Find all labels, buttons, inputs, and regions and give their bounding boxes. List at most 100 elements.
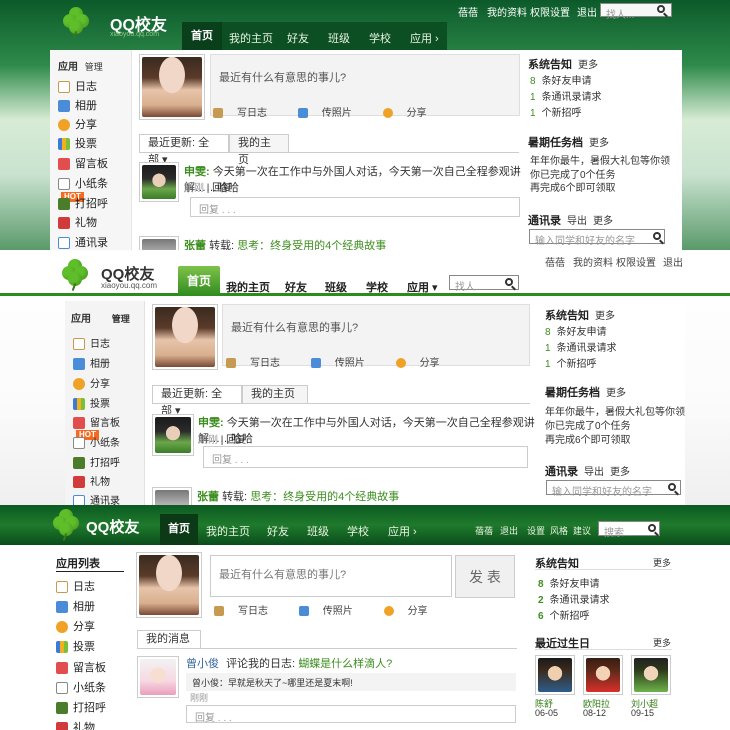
top-link-logout[interactable]: 退出 — [663, 254, 683, 269]
sidebar-item-vote[interactable]: 投票 — [58, 135, 97, 151]
sidebar-manage-link[interactable]: 管理 — [85, 62, 103, 72]
msg-reply-box[interactable]: 回复 . . . — [186, 705, 516, 724]
sidebar-item-share[interactable]: 分享 — [56, 618, 95, 634]
sidebar-item-hello[interactable]: 打招呼 — [73, 454, 120, 470]
sidebar-item-album[interactable]: 相册 — [73, 355, 110, 371]
tab-class[interactable]: 班级 — [307, 523, 329, 539]
notice-more-link[interactable]: 更多 — [595, 311, 615, 322]
avatar[interactable] — [139, 54, 205, 120]
task-line[interactable]: 年年你最牛，暑假大礼包等你领 — [545, 403, 685, 418]
feed2-avatar[interactable] — [139, 236, 179, 250]
tab-friends[interactable]: 好友 — [267, 523, 289, 539]
feed2-author[interactable]: 张蕾 — [184, 240, 206, 250]
tab-recent-updates[interactable]: 最近更新: 全部 ▾ — [139, 134, 229, 166]
sidebar-manage-link[interactable]: 管理 — [112, 314, 130, 324]
contacts-more-link[interactable]: 更多 — [593, 216, 613, 227]
tab-friends[interactable]: 好友 — [285, 279, 307, 295]
feed-reply-box[interactable]: 回复 . . . — [203, 446, 528, 468]
msg-title[interactable]: 蝴蝶是什么样滴人? — [298, 658, 392, 670]
notice-item[interactable]: 2 条通讯录请求 — [538, 591, 610, 606]
upload-photo-button[interactable]: 传照片 — [310, 358, 379, 369]
top-link-feedback[interactable]: 建议 — [573, 524, 591, 537]
avatar[interactable] — [152, 304, 218, 370]
top-link-user[interactable]: 蓓蓓 — [458, 4, 478, 19]
feed-reply-box[interactable]: 回复 . . . — [190, 197, 520, 217]
contacts-export-link[interactable]: 导出 — [567, 216, 587, 227]
notice-item[interactable]: 1 个新招呼 — [530, 104, 582, 119]
sidebar-item-vote[interactable]: 投票 — [56, 638, 95, 654]
tab-home[interactable]: 首页 — [160, 514, 198, 545]
birthday-avatar[interactable] — [583, 655, 623, 695]
msg-author[interactable]: 曾小俊 — [186, 658, 219, 670]
contacts-search-icon[interactable] — [668, 483, 676, 491]
top-link-user[interactable]: 蓓蓓 — [545, 254, 565, 269]
tab-apps[interactable]: 应用 ▾ — [407, 279, 438, 295]
contacts-more-link[interactable]: 更多 — [610, 467, 630, 478]
nav-school[interactable]: 学校 — [369, 30, 391, 46]
sidebar-item-diary[interactable]: 日志 — [58, 78, 97, 94]
sidebar-item-contacts[interactable]: 通讯录 — [58, 234, 108, 250]
top-link-style[interactable]: 风格 — [550, 524, 568, 537]
feed-reply-link[interactable]: 回复 — [226, 435, 246, 446]
msg-avatar[interactable] — [137, 656, 179, 698]
tab-my-home[interactable]: 我的主页 — [229, 134, 289, 166]
feed-reply-link[interactable]: 回复 — [212, 183, 232, 194]
write-diary-button[interactable]: 写日志 — [213, 108, 281, 119]
contacts-search-input[interactable]: 输入同学和好友的名字... — [529, 229, 665, 247]
birthday-more-link[interactable]: 更多 — [653, 636, 671, 649]
write-diary-button[interactable]: 写日志 — [214, 606, 282, 617]
top-link-privacy[interactable]: 权限设置 — [616, 254, 656, 269]
task-more-link[interactable]: 更多 — [589, 138, 609, 149]
task-line[interactable]: 年年你最牛，暑假大礼包等你领 — [530, 152, 670, 167]
notice-item[interactable]: 8 条好友申请 — [530, 72, 592, 87]
avatar[interactable] — [136, 552, 202, 618]
sidebar-item-note[interactable]: 小纸条 — [73, 434, 120, 450]
top-link-privacy[interactable]: 权限设置 — [530, 4, 570, 19]
feed2-avatar[interactable] — [152, 487, 192, 505]
nav-friends[interactable]: 好友 — [287, 30, 309, 46]
contacts-search-input[interactable]: 输入同学和好友的名字... — [546, 480, 681, 498]
feed2-title[interactable]: 思考：终身受用的4个经典故事 — [237, 240, 386, 250]
feed2-author[interactable]: 张蕾 — [197, 491, 219, 503]
tab-home[interactable]: 首页 — [178, 266, 220, 296]
top-link-logout[interactable]: 退出 — [500, 524, 518, 537]
notice-more-link[interactable]: 更多 — [653, 556, 671, 569]
search-icon[interactable] — [648, 524, 656, 532]
tab-recent-updates[interactable]: 最近更新: 全部 ▾ — [152, 385, 242, 417]
notice-item[interactable]: 1 条通讯录请求 — [545, 339, 617, 354]
birthday-avatar[interactable] — [535, 655, 575, 695]
feed-author[interactable]: 申雯: — [198, 417, 224, 429]
top-link-logout[interactable]: 退出 — [577, 4, 597, 19]
top-link-user[interactable]: 蓓蓓 — [475, 524, 493, 537]
publish-button[interactable]: 发 表 — [455, 555, 515, 598]
notice-item[interactable]: 1 个新招呼 — [545, 355, 597, 370]
sidebar-item-hello[interactable]: 打招呼 — [58, 195, 108, 211]
share-button[interactable]: 分享 — [383, 606, 442, 617]
share-button[interactable]: 分享 — [382, 108, 441, 119]
notice-item[interactable]: 6 个新招呼 — [538, 607, 590, 622]
tab-my-home[interactable]: 我的主页 — [206, 523, 250, 539]
tab-my-home[interactable]: 我的主页 — [226, 279, 270, 295]
tab-school[interactable]: 学校 — [347, 523, 369, 539]
share-button[interactable]: 分享 — [395, 358, 454, 369]
sidebar-item-hello[interactable]: 打招呼 — [56, 699, 106, 715]
tab-school[interactable]: 学校 — [366, 279, 388, 295]
sidebar-item-contacts[interactable]: 通讯录 — [73, 492, 120, 505]
task-more-link[interactable]: 更多 — [606, 388, 626, 399]
sidebar-item-vote[interactable]: 投票 — [73, 395, 110, 411]
sidebar-item-diary[interactable]: 日志 — [56, 578, 95, 594]
notice-more-link[interactable]: 更多 — [578, 60, 598, 71]
top-link-profile[interactable]: 我的资料 — [487, 4, 527, 19]
feed-author[interactable]: 申雯: — [184, 166, 210, 178]
sidebar-item-note[interactable]: 小纸条 — [56, 679, 106, 695]
top-link-profile[interactable]: 我的资料 — [573, 254, 613, 269]
nav-apps[interactable]: 应用 › — [410, 30, 439, 46]
sidebar-item-share[interactable]: 分享 — [73, 375, 110, 391]
notice-item[interactable]: 8 条好友申请 — [538, 575, 600, 590]
search-icon[interactable] — [505, 278, 513, 286]
nav-my-home[interactable]: 我的主页 — [229, 30, 273, 46]
contacts-search-icon[interactable] — [653, 232, 661, 240]
sidebar-item-album[interactable]: 相册 — [58, 97, 97, 113]
tab-my-messages[interactable]: 我的消息 — [137, 630, 201, 649]
upload-photo-button[interactable]: 传照片 — [297, 108, 366, 119]
